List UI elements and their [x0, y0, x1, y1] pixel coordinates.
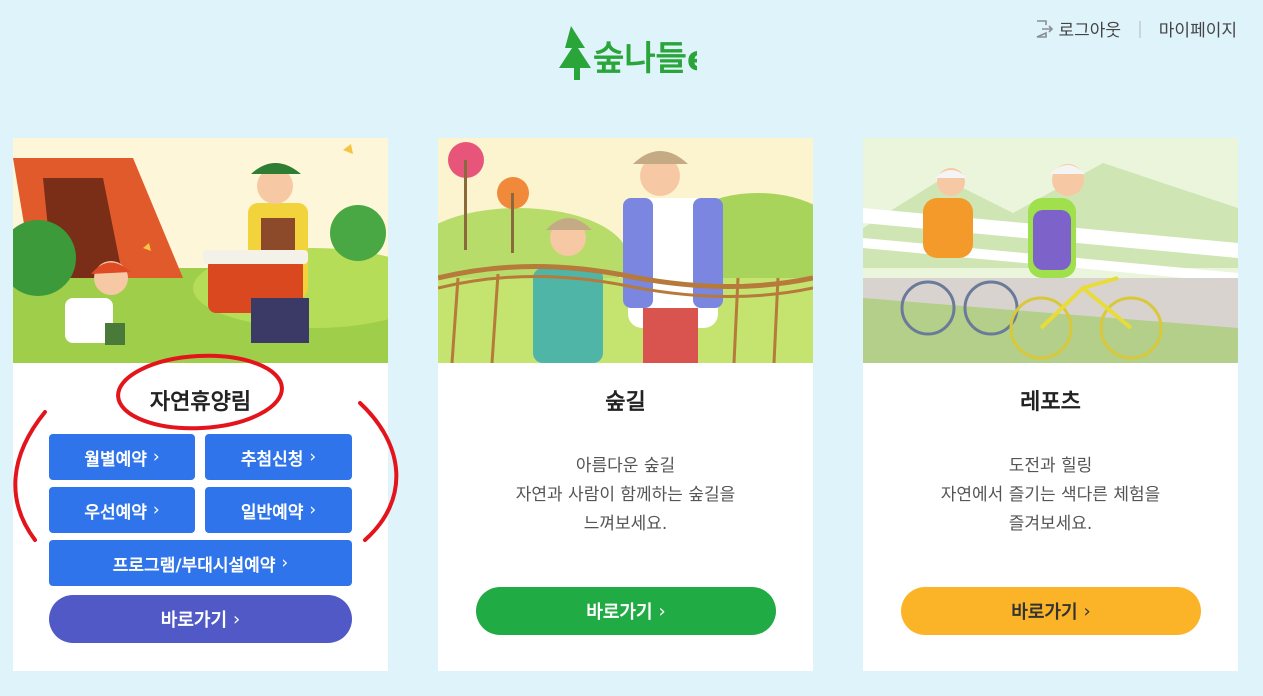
- monthly-reservation-button[interactable]: 월별예약 ›: [49, 434, 195, 480]
- go-button-forest[interactable]: 바로가기 ›: [49, 595, 352, 643]
- card-description: 아름다운 숲길 자연과 사람이 함께하는 숲길을 느껴보세요.: [438, 452, 813, 539]
- chevron-right-icon: ›: [309, 500, 317, 520]
- chevron-right-icon: ›: [152, 500, 160, 520]
- card-description: 도전과 힐링 자연에서 즐기는 색다른 체험을 즐겨보세요.: [863, 452, 1238, 539]
- program-facility-reservation-button[interactable]: 프로그램/부대시설예약 ›: [49, 540, 352, 586]
- cycling-illustration: [863, 138, 1238, 363]
- logo-graphic: 숲나들e: [559, 26, 710, 80]
- card-leisure-sports: 레포츠 도전과 힐링 자연에서 즐기는 색다른 체험을 즐겨보세요. 바로가기 ›: [863, 138, 1238, 671]
- description-line: 즐겨보세요.: [1008, 514, 1093, 534]
- button-label: 프로그램/부대시설예약: [112, 555, 276, 576]
- button-label: 우선예약: [84, 502, 147, 523]
- button-label: 바로가기: [160, 610, 228, 631]
- card-forest-trail: 숲길 아름다운 숲길 자연과 사람이 함께하는 숲길을 느껴보세요. 바로가기 ›: [438, 138, 813, 671]
- card-title: 숲길: [605, 390, 646, 415]
- chevron-right-icon: ›: [658, 600, 666, 622]
- forest-trail-illustration: [438, 138, 813, 363]
- button-label: 일반예약: [240, 502, 304, 523]
- button-label: 추첨신청: [240, 449, 304, 470]
- button-label: 바로가기: [1011, 602, 1078, 623]
- go-button-leisure[interactable]: 바로가기 ›: [901, 587, 1201, 635]
- site-logo[interactable]: 숲나들e: [557, 18, 710, 88]
- general-reservation-button[interactable]: 일반예약 ›: [205, 487, 352, 533]
- logout-icon: [1036, 19, 1053, 38]
- mypage-link[interactable]: 마이페이지: [1159, 16, 1237, 41]
- chevron-right-icon: ›: [233, 608, 241, 630]
- button-label: 월별예약: [84, 449, 147, 470]
- button-label: 바로가기: [586, 602, 653, 623]
- description-line: 아름다운 숲길: [575, 456, 676, 476]
- top-links: 로그아웃 | 마이페이지: [1034, 16, 1237, 41]
- description-line: 도전과 힐링: [1008, 456, 1093, 476]
- go-button-trail[interactable]: 바로가기 ›: [476, 587, 776, 635]
- lottery-application-button[interactable]: 추첨신청 ›: [205, 434, 352, 480]
- chevron-right-icon: ›: [1083, 600, 1091, 622]
- logo-text: 숲나들e: [593, 39, 697, 79]
- chevron-right-icon: ›: [309, 447, 317, 467]
- description-line: 자연과 사람이 함께하는 숲길을: [515, 485, 736, 505]
- card-title: 레포츠: [1020, 390, 1081, 415]
- chevron-right-icon: ›: [281, 553, 289, 573]
- description-line: 느껴보세요.: [583, 514, 668, 534]
- separator: |: [1137, 18, 1143, 39]
- card-forest-recreation: 자연휴양림 월별예약 › 추첨신청 › 우선예약 › 일반예약 › 프로그램/부대시설예…: [13, 138, 388, 671]
- logout-label: 로그아웃: [1058, 21, 1122, 41]
- priority-reservation-button[interactable]: 우선예약 ›: [49, 487, 195, 533]
- description-line: 자연에서 즐기는 색다른 체험을: [940, 485, 1161, 505]
- logout-link[interactable]: 로그아웃: [1034, 16, 1122, 41]
- card-title: 자연휴양림: [149, 390, 252, 415]
- camping-illustration: [13, 138, 388, 363]
- chevron-right-icon: ›: [152, 447, 160, 467]
